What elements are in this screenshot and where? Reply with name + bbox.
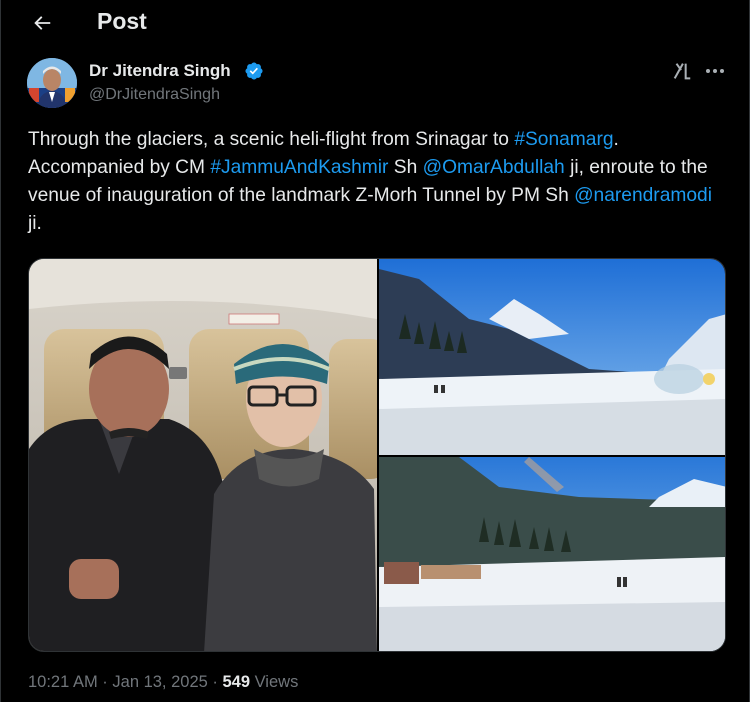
tweet-text: Through the glaciers, a scenic heli-flig… — [28, 126, 728, 238]
post-date[interactable]: Jan 13, 2025 — [112, 673, 207, 691]
hashtag-sonamarg-link[interactable]: #Sonamarg — [514, 129, 613, 150]
avatar[interactable] — [27, 58, 77, 108]
post-frame: Post Dr Jitendra Singh @DrJitendraSingh — [0, 0, 750, 702]
more-options-button[interactable] — [701, 58, 729, 84]
separator: · — [207, 673, 223, 691]
ellipsis-icon — [706, 69, 724, 73]
separator: · — [97, 673, 113, 691]
photo-snow-valley[interactable] — [379, 259, 725, 455]
avatar-image — [27, 58, 77, 108]
author-handle[interactable]: @DrJitendraSingh — [89, 86, 220, 104]
tweet-text-segment: Through the glaciers, a scenic heli-flig… — [28, 129, 515, 150]
tweet-text-segment: ji. — [28, 213, 42, 234]
author-name[interactable]: Dr Jitendra Singh — [89, 61, 231, 81]
post-meta: 10:21 AM · Jan 13, 2025 · 549 Views — [28, 673, 298, 692]
views-count[interactable]: 549 — [222, 673, 250, 691]
post-header: Post — [1, 0, 750, 44]
photo-helipad-snowfield[interactable] — [379, 457, 725, 651]
back-button[interactable] — [25, 6, 59, 40]
grok-icon — [673, 63, 691, 80]
views-label: Views — [250, 673, 299, 691]
page-title: Post — [97, 8, 147, 34]
photo-selfie-helicopter[interactable] — [29, 259, 377, 651]
mention-narendramodi-link[interactable]: @narendramodi — [574, 185, 712, 206]
post-time[interactable]: 10:21 AM — [28, 673, 98, 691]
arrow-left-icon — [34, 16, 51, 30]
mention-omarabdullah-link[interactable]: @OmarAbdullah — [423, 157, 565, 178]
grok-button[interactable] — [669, 58, 695, 84]
tweet-text-segment: Sh — [388, 157, 423, 178]
media-grid — [28, 258, 726, 652]
hashtag-jammuandkashmir-link[interactable]: #JammuAndKashmir — [210, 157, 388, 178]
verified-badge-icon — [245, 62, 263, 80]
